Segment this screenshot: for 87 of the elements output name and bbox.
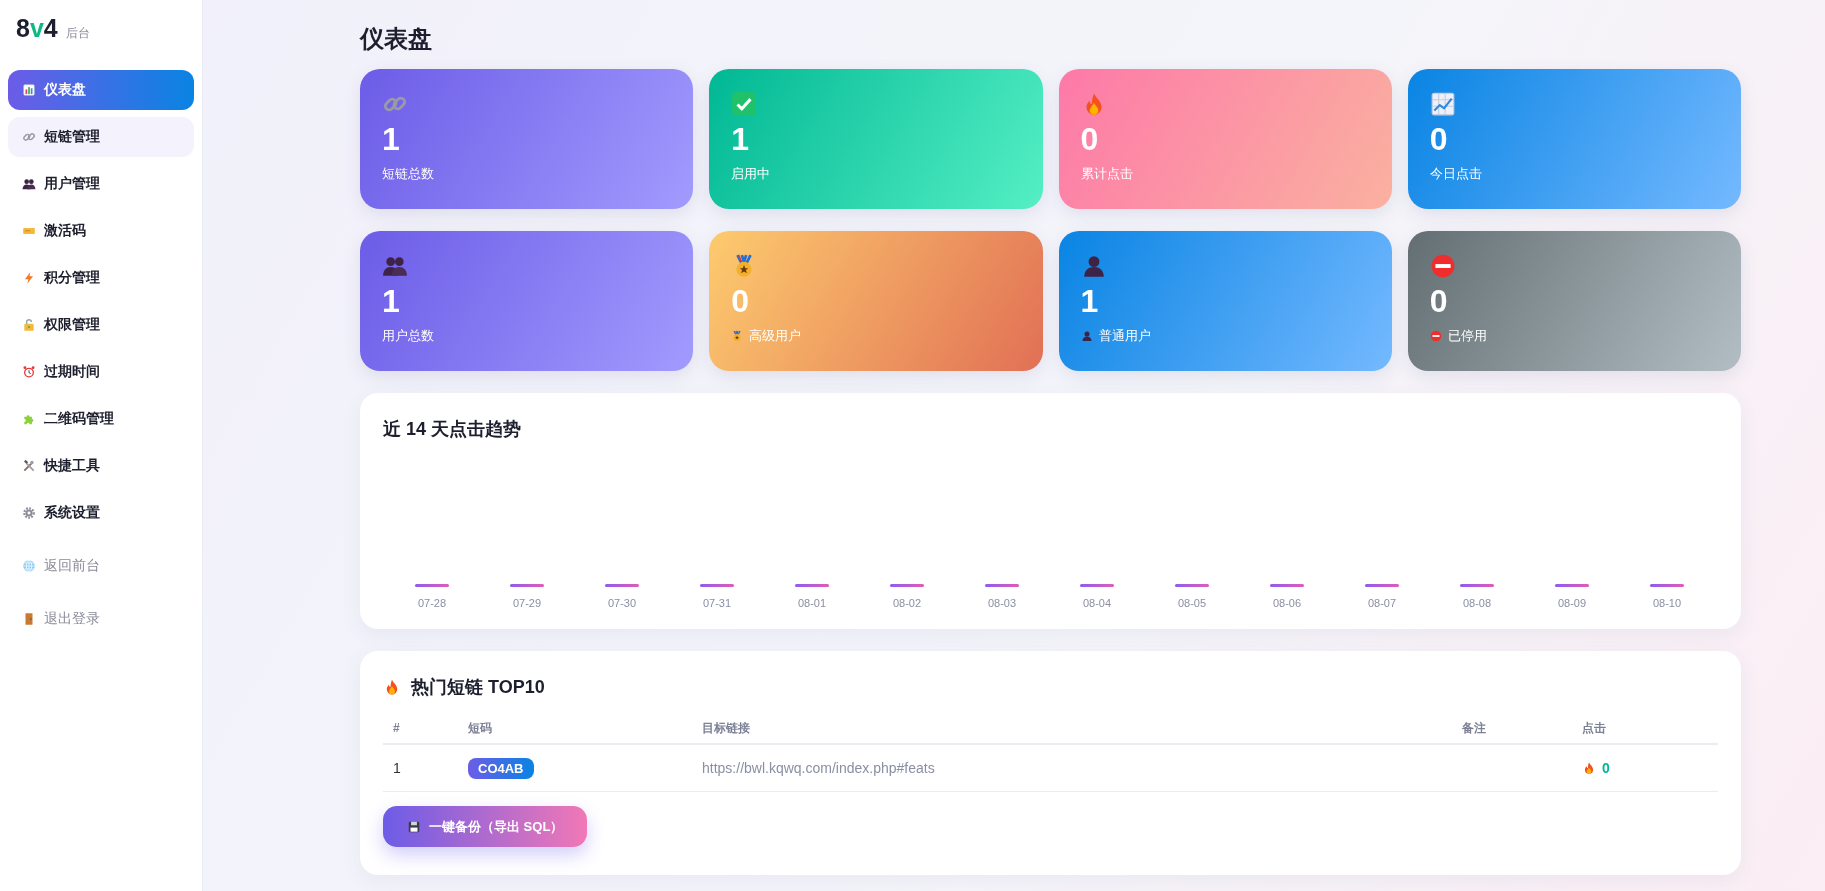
chart-bar: [1650, 584, 1684, 587]
chart-bar: [1555, 584, 1589, 587]
stat-value: 1: [382, 283, 401, 319]
nav-item[interactable]: 仪表盘: [8, 70, 194, 110]
stat-label: 普通用户: [1098, 327, 1151, 345]
axis-label: 07-29: [512, 597, 542, 609]
axis-label: 08-10: [1652, 597, 1682, 609]
nav-item[interactable]: 用户管理: [8, 164, 194, 204]
axis-label: 08-01: [797, 597, 827, 609]
nav-link[interactable]: 返回前台: [8, 546, 194, 586]
no-entry-icon: [1429, 330, 1442, 342]
axis-label: 08-06: [1272, 597, 1302, 609]
alarm-clock-icon: [22, 365, 36, 379]
code-badge: CO4AB: [468, 757, 534, 779]
nav-item[interactable]: 权限管理: [8, 305, 194, 345]
chart-bar: [700, 584, 734, 587]
nav-link[interactable]: 退出登录: [8, 599, 194, 639]
page-title: 仪表盘: [360, 24, 433, 54]
column-header: 备注: [1461, 719, 1487, 737]
chart-bar: [1460, 584, 1494, 587]
link-icon: [22, 130, 36, 144]
nav-item[interactable]: 二维码管理: [8, 399, 194, 439]
chart-bar: [415, 584, 449, 587]
table-cell-text: https://bwl.kqwq.com/index.php#feats: [701, 760, 936, 776]
chart-bar: [1270, 584, 1304, 587]
axis-label: 08-07: [1367, 597, 1397, 609]
logo[interactable]: 8v4: [16, 14, 58, 43]
chart-bar: [1175, 584, 1209, 587]
no-entry-icon: [1429, 253, 1456, 279]
stat-value: 1: [382, 121, 401, 157]
nav-item[interactable]: 激活码: [8, 211, 194, 251]
axis-label: 07-30: [607, 597, 637, 609]
axis-label: 08-08: [1462, 597, 1492, 609]
stat-value: 0: [731, 283, 751, 319]
check-icon: [731, 91, 758, 117]
axis-label: 08-09: [1557, 597, 1587, 609]
stat-label: 已停用: [1447, 327, 1487, 345]
user-icon: [1080, 330, 1093, 342]
chart-bar: [1080, 584, 1114, 587]
stat-label: 用户总数: [382, 327, 434, 345]
column-header: 短码: [467, 719, 493, 737]
column-header: #: [392, 721, 401, 735]
nav-item[interactable]: 短链管理: [8, 117, 194, 157]
stat-value: 1: [1080, 283, 1100, 319]
stat-label: 短链总数: [382, 165, 434, 183]
column-header: 目标链接: [701, 719, 751, 737]
stat-value: 0: [1080, 121, 1100, 157]
lightning-icon: [22, 271, 36, 285]
globe-icon: [22, 559, 36, 573]
chart-bar: [605, 584, 639, 587]
axis-label: 07-28: [417, 597, 447, 609]
nav-item[interactable]: 快捷工具: [8, 446, 194, 486]
chart-bar: [985, 584, 1019, 587]
axis-label: 08-03: [987, 597, 1017, 609]
settings-icon: [22, 506, 36, 520]
stat-label: 今日点击: [1429, 165, 1482, 183]
logo-subtitle: 后台: [65, 25, 90, 42]
puzzle-icon: [22, 412, 36, 426]
nav-item[interactable]: 系统设置: [8, 493, 194, 533]
stat-label: 启用中: [731, 165, 771, 183]
fire-icon: [1582, 761, 1596, 775]
line-chart-icon: [1429, 91, 1456, 117]
tools-icon: [22, 459, 36, 473]
nav-item[interactable]: 过期时间: [8, 352, 194, 392]
chart-bar: [795, 584, 829, 587]
nav-item[interactable]: 积分管理: [8, 258, 194, 298]
bar-chart-icon: [22, 83, 36, 97]
lock-icon: [22, 318, 36, 332]
table-cell-text: 1: [392, 760, 402, 776]
chart-bar: [890, 584, 924, 587]
chart-bar: [1365, 584, 1399, 587]
axis-label: 08-04: [1082, 597, 1112, 609]
chart-bar: [510, 584, 544, 587]
stat-label: 高级用户: [749, 327, 802, 345]
backup-button[interactable]: 一键备份（导出 SQL）: [383, 806, 588, 847]
table-title: 热门短链 TOP10: [411, 676, 545, 699]
stat-value: 1: [731, 121, 751, 157]
axis-label: 07-31: [702, 597, 732, 609]
column-header: 点击: [1581, 719, 1607, 737]
users-icon: [22, 177, 36, 191]
stat-label: 累计点击: [1080, 165, 1133, 183]
click-count: 0: [1602, 760, 1610, 776]
stat-value: 0: [1429, 283, 1449, 319]
axis-label: 08-05: [1177, 597, 1207, 609]
stat-value: 0: [1429, 121, 1449, 157]
chart-title: 近 14 天点击趋势: [383, 418, 523, 441]
axis-label: 08-02: [892, 597, 922, 609]
